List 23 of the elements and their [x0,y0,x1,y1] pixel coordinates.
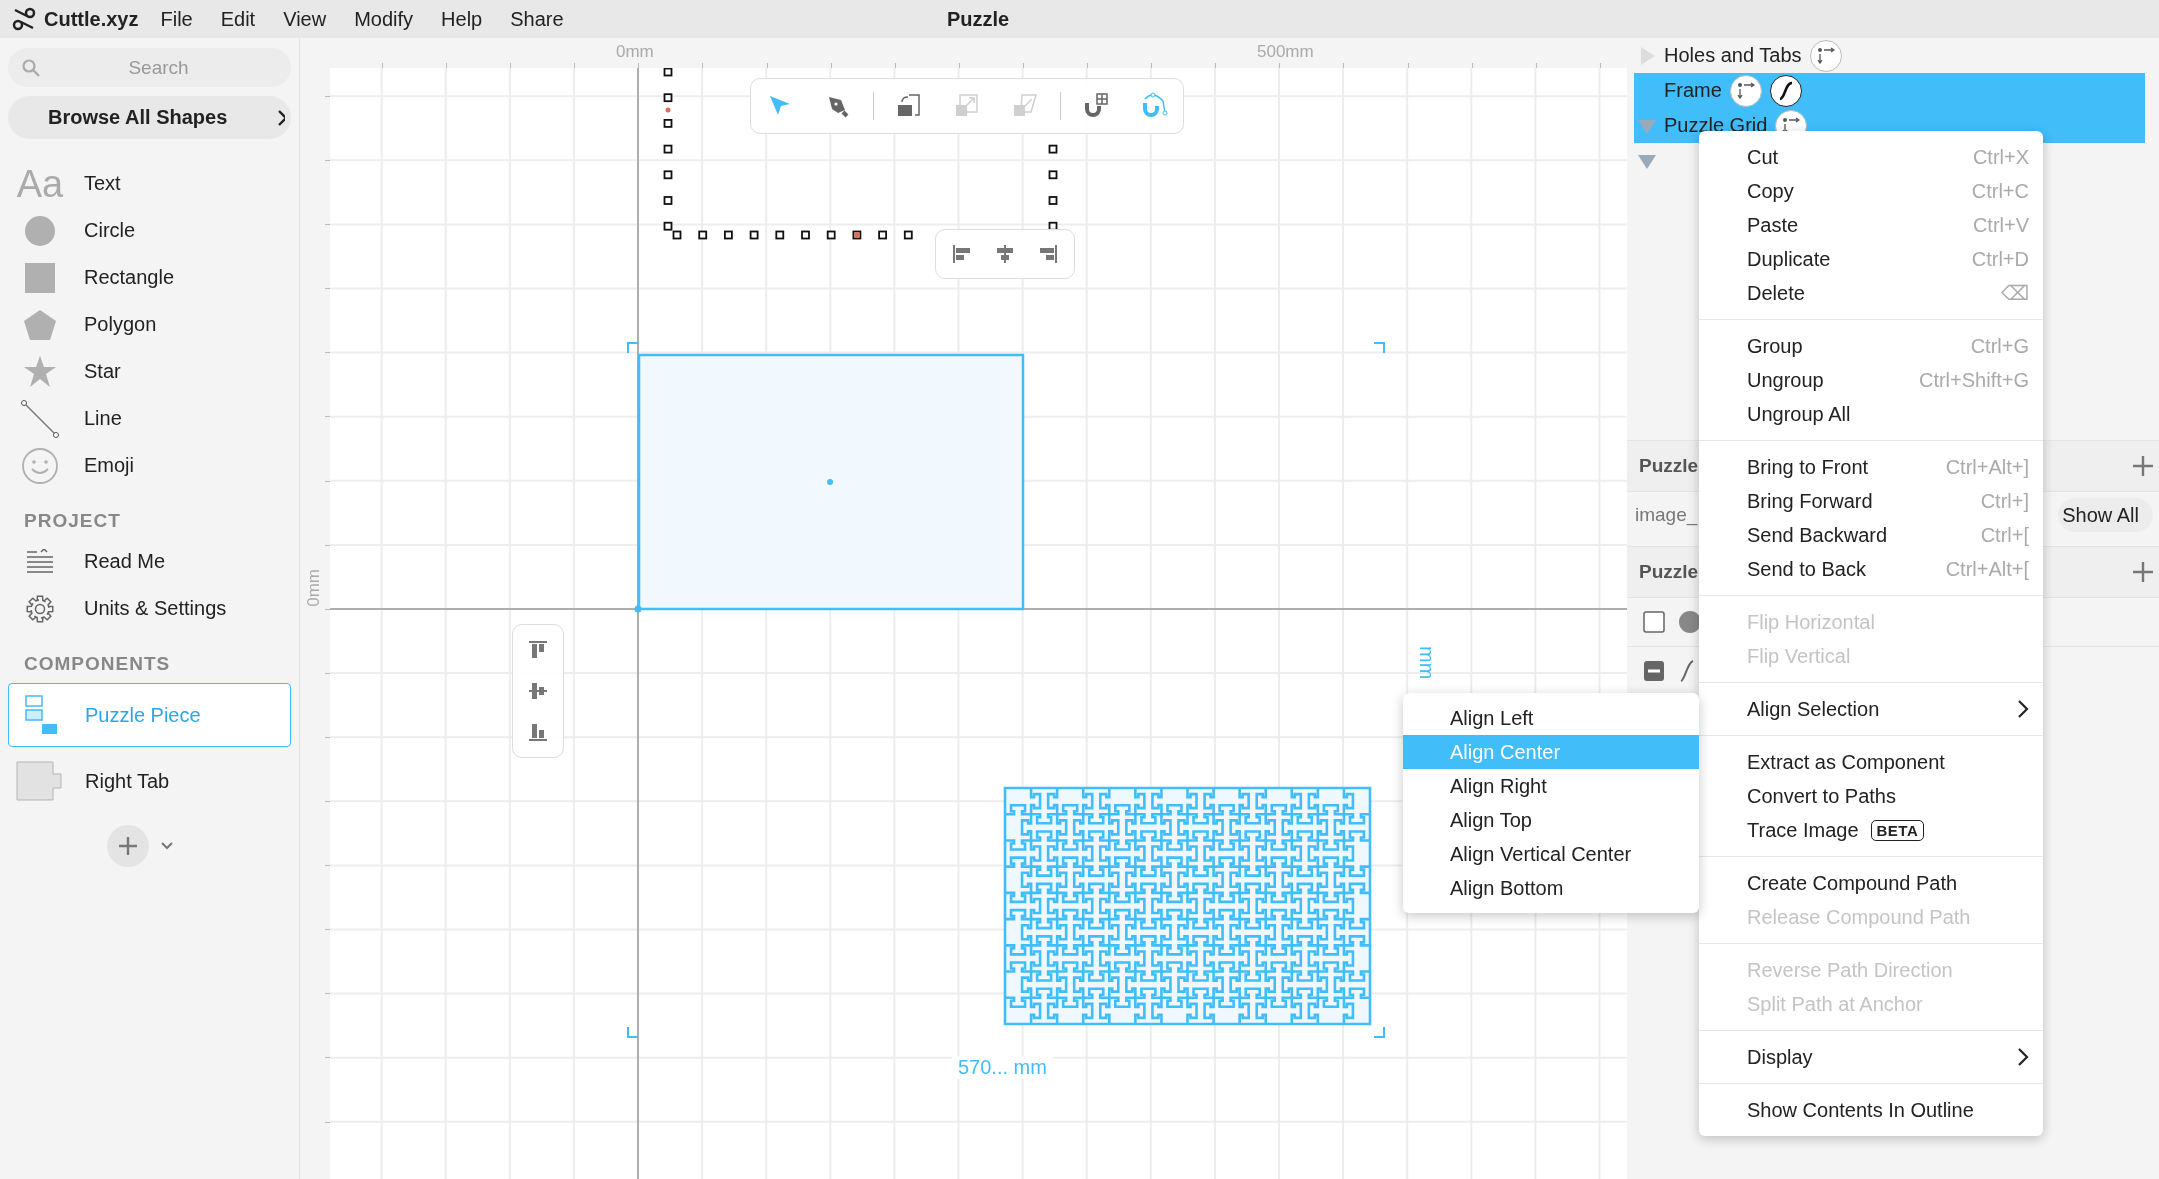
section-heading: PROJECT [23,510,122,532]
shortcut: Ctrl+Alt+] [1945,455,2029,479]
parameter-name: image_ [1635,504,1698,526]
shortcut: Ctrl+G [1970,334,2029,358]
shortcut: Ctrl+Shift+G [1918,368,2029,392]
ruler-label: 0mm [616,42,654,62]
shortcut: Ctrl+C [1971,179,2029,203]
menu-item-label: Trace Image [1747,818,1859,842]
beta-badge: BETA [1870,819,1925,841]
section-heading: COMPONENTS [23,653,172,675]
shortcut: Ctrl+Alt+[ [1945,557,2029,581]
shortcut: ⌫ [2000,281,2029,305]
document-title: Puzzle [945,7,1011,31]
shortcut: Ctrl+[ [1980,523,2029,547]
ruler-label: 500mm [1257,42,1314,62]
section-title: Puzzle [1639,561,1699,583]
shortcut: Ctrl+] [1980,489,2029,513]
shortcut: Ctrl+V [1972,213,2029,237]
shortcut: Ctrl+X [1972,145,2029,169]
ruler-label: 0mm [304,569,324,607]
section-title: Puzzle [1639,455,1699,477]
shortcut: Ctrl+D [1971,247,2029,271]
text-shape-icon: Aa [16,164,64,203]
